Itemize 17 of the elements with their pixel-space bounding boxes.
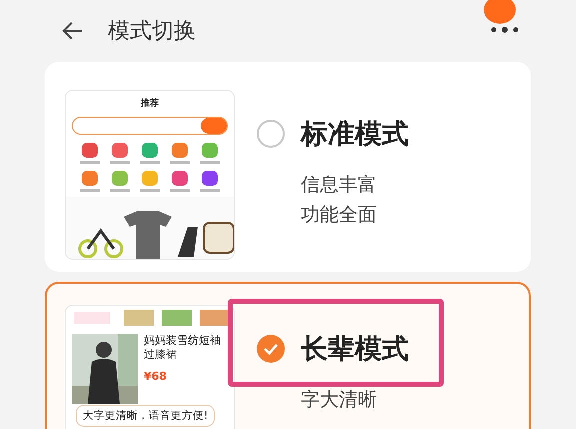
- mode-card[interactable]: 推荐 标准模式 信息丰富 功能全面: [45, 62, 531, 272]
- more-icon[interactable]: [490, 24, 520, 36]
- tip-bubble: 大字更清晰，语音更方便!: [76, 405, 216, 427]
- radio-button[interactable]: [257, 335, 285, 363]
- mode-title: 长辈模式: [301, 333, 409, 367]
- back-icon[interactable]: [62, 20, 84, 42]
- mode-description: 字大清晰: [301, 388, 378, 413]
- product-title: 妈妈装雪纺短袖过膝裙: [144, 334, 222, 362]
- product-price: ¥68: [144, 370, 168, 383]
- mode-title: 标准模式: [301, 118, 409, 152]
- notification-badge: [484, 0, 516, 24]
- radio-button[interactable]: [257, 120, 285, 148]
- mode-card[interactable]: 妈妈装雪纺短袖过膝裙 ¥68 大字更清晰，语音更方便! 长辈模式 字大清晰: [45, 282, 531, 429]
- page-title: 模式切换: [108, 18, 196, 46]
- mode-description: 信息丰富: [301, 173, 378, 198]
- mode-description: 功能全面: [301, 203, 378, 228]
- tab-label: 推荐: [141, 97, 159, 110]
